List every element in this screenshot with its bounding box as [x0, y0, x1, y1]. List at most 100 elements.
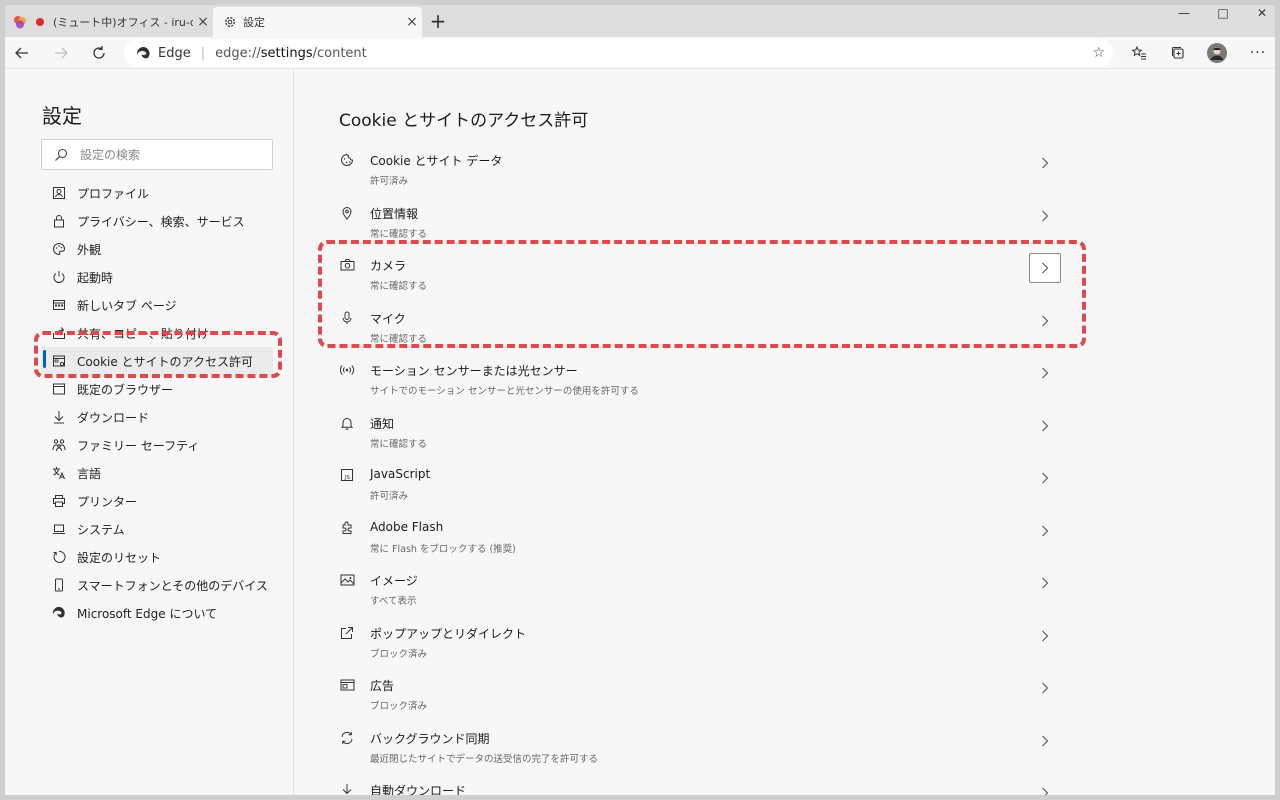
- refresh-button[interactable]: [87, 41, 111, 65]
- edge-brand-label: Edge: [158, 45, 191, 61]
- permission-row-ads[interactable]: 広告 ブロック済み: [339, 669, 1055, 722]
- permission-row-flash[interactable]: Adobe Flash 常に Flash をブロックする (推奨): [339, 512, 1055, 565]
- download-icon: [339, 782, 355, 795]
- back-button[interactable]: [10, 41, 34, 65]
- sidebar-item-label: Cookie とサイトのアクセス許可: [77, 354, 253, 369]
- permission-row-popups[interactable]: ポップアップとリダイレクト ブロック済み: [339, 617, 1055, 670]
- edge-logo-icon: [136, 46, 151, 61]
- address-bar[interactable]: Edge | edge://settings/content ☆: [124, 39, 1113, 67]
- chevron-right-icon[interactable]: [1029, 516, 1061, 546]
- permission-status: ブロック済み: [370, 701, 428, 712]
- sidebar-item-default-browser[interactable]: 既定のブラウザー: [5, 375, 294, 403]
- bell-icon: [339, 415, 355, 431]
- permission-status: ブロック済み: [370, 648, 428, 660]
- collections-button[interactable]: [1166, 41, 1190, 65]
- avatar-icon: [1207, 43, 1227, 63]
- sidebar-item-startup[interactable]: 起動時: [5, 263, 294, 291]
- chevron-right-icon[interactable]: [1029, 201, 1061, 231]
- share-icon: [51, 325, 67, 341]
- sidebar-item-appearance[interactable]: 外観: [5, 235, 294, 263]
- forward-button[interactable]: [49, 41, 73, 65]
- chevron-right-icon[interactable]: [1029, 358, 1061, 388]
- sidebar-item-family-safety[interactable]: ファミリー セーフティ: [5, 431, 294, 459]
- permission-title: Adobe Flash: [370, 519, 444, 534]
- sidebar-item-share[interactable]: 共有、コピー、貼り付け: [5, 319, 294, 347]
- permission-title: マイク: [370, 311, 406, 326]
- tab-settings[interactable]: 設定 ×: [213, 7, 422, 37]
- permission-row-background-sync[interactable]: バックグラウンド同期 最近閉じたサイトでデータの送受信の完了を許可する: [339, 722, 1055, 775]
- chevron-right-icon[interactable]: [1029, 778, 1061, 795]
- sidebar-item-privacy[interactable]: プライバシー、検索、サービス: [5, 207, 294, 235]
- permission-row-javascript[interactable]: JS JavaScript 許可済み: [339, 459, 1055, 512]
- permission-row-cookies[interactable]: Cookie とサイト データ 許可済み: [339, 144, 1055, 197]
- permission-status: 許可済み: [370, 176, 409, 187]
- browser-window: (ミュート中)オフィス - iru-demo × 設定 × + — □ ✕: [5, 5, 1275, 795]
- more-options-button[interactable]: ···: [1246, 41, 1270, 65]
- permission-row-motion-sensors[interactable]: モーション センサーまたは光センサー サイトでのモーション センサーと光センサー…: [339, 354, 1055, 407]
- sidebar-item-languages[interactable]: 言語: [5, 459, 294, 487]
- language-icon: [51, 465, 67, 481]
- sidebar-item-site-permissions[interactable]: Cookie とサイトのアクセス許可: [41, 347, 273, 375]
- sidebar-item-about[interactable]: Microsoft Edge について: [5, 599, 294, 627]
- chevron-right-icon[interactable]: [1029, 148, 1061, 178]
- chevron-right-icon[interactable]: [1029, 411, 1061, 441]
- permission-row-automatic-downloads[interactable]: 自動ダウンロード: [339, 774, 1055, 795]
- favorite-star-icon[interactable]: ☆: [1092, 45, 1105, 61]
- permission-row-camera[interactable]: カメラ 常に確認する: [339, 249, 1061, 302]
- page-title: Cookie とサイトのアクセス許可: [339, 111, 589, 131]
- permission-row-microphone[interactable]: マイク 常に確認する: [339, 302, 1055, 355]
- printer-icon: [51, 493, 67, 509]
- svg-text:JS: JS: [344, 475, 351, 481]
- sidebar-item-label: 言語: [77, 466, 102, 481]
- permission-status: 常に確認する: [370, 438, 428, 450]
- favorites-button[interactable]: [1127, 41, 1151, 65]
- permission-row-location[interactable]: 位置情報 常に確認する: [339, 197, 1055, 250]
- chevron-right-icon[interactable]: [1029, 568, 1061, 598]
- close-tab-icon[interactable]: ×: [193, 14, 213, 30]
- new-tab-button[interactable]: +: [426, 9, 450, 33]
- sidebar-item-system[interactable]: システム: [5, 515, 294, 543]
- edge-logo-icon: [51, 605, 67, 621]
- sync-icon: [339, 730, 355, 746]
- close-tab-icon[interactable]: ×: [402, 14, 422, 30]
- chevron-right-icon[interactable]: [1029, 621, 1061, 651]
- sidebar-item-label: 共有、コピー、貼り付け: [77, 326, 209, 341]
- sidebar-item-reset[interactable]: 設定のリセット: [5, 543, 294, 571]
- permission-title: Cookie とサイト データ: [370, 154, 503, 168]
- site-permissions-icon: [51, 353, 67, 369]
- settings-sidebar: 設定 設定の検索 プロファイル プライバシー、検索、サービス 外観 起動時 新し…: [5, 70, 294, 795]
- close-window-button[interactable]: ✕: [1239, 5, 1275, 21]
- permission-status: 常に Flash をブロックする (推奨): [370, 543, 516, 555]
- sidebar-item-new-tab[interactable]: 新しいタブ ページ: [5, 291, 294, 319]
- permission-row-notifications[interactable]: 通知 常に確認する: [339, 407, 1055, 460]
- chevron-right-icon[interactable]: [1029, 463, 1061, 493]
- sidebar-item-printers[interactable]: プリンター: [5, 487, 294, 515]
- permission-row-images[interactable]: イメージ すべて表示: [339, 564, 1055, 617]
- collections-icon: [1171, 46, 1184, 59]
- permission-title: ポップアップとリダイレクト: [370, 626, 527, 641]
- download-icon: [51, 409, 67, 425]
- address-separator: |: [200, 45, 206, 61]
- sidebar-nav: プロファイル プライバシー、検索、サービス 外観 起動時 新しいタブ ページ 共…: [5, 179, 294, 627]
- sidebar-item-phone[interactable]: スマートフォンとその他のデバイス: [5, 571, 294, 599]
- profile-avatar[interactable]: [1205, 41, 1229, 65]
- reset-icon: [51, 549, 67, 565]
- javascript-icon: JS: [339, 467, 355, 483]
- settings-search-input[interactable]: 設定の検索: [41, 139, 273, 170]
- sensor-icon: [339, 362, 355, 378]
- sidebar-item-downloads[interactable]: ダウンロード: [5, 403, 294, 431]
- tab-office[interactable]: (ミュート中)オフィス - iru-demo ×: [5, 7, 213, 37]
- sidebar-item-profile[interactable]: プロファイル: [5, 179, 294, 207]
- sidebar-item-label: Microsoft Edge について: [77, 606, 218, 621]
- chevron-right-icon[interactable]: [1029, 253, 1061, 283]
- sidebar-item-label: プライバシー、検索、サービス: [77, 214, 245, 229]
- permission-title: JavaScript: [370, 467, 431, 481]
- chevron-right-icon[interactable]: [1029, 306, 1061, 336]
- chevron-right-icon[interactable]: [1029, 673, 1061, 703]
- location-icon: [339, 205, 355, 221]
- permission-status: 許可済み: [370, 491, 409, 502]
- permission-status: 常に確認する: [370, 333, 428, 345]
- chevron-right-icon[interactable]: [1029, 726, 1061, 756]
- ads-icon: [339, 677, 355, 693]
- cookie-icon: [339, 152, 355, 168]
